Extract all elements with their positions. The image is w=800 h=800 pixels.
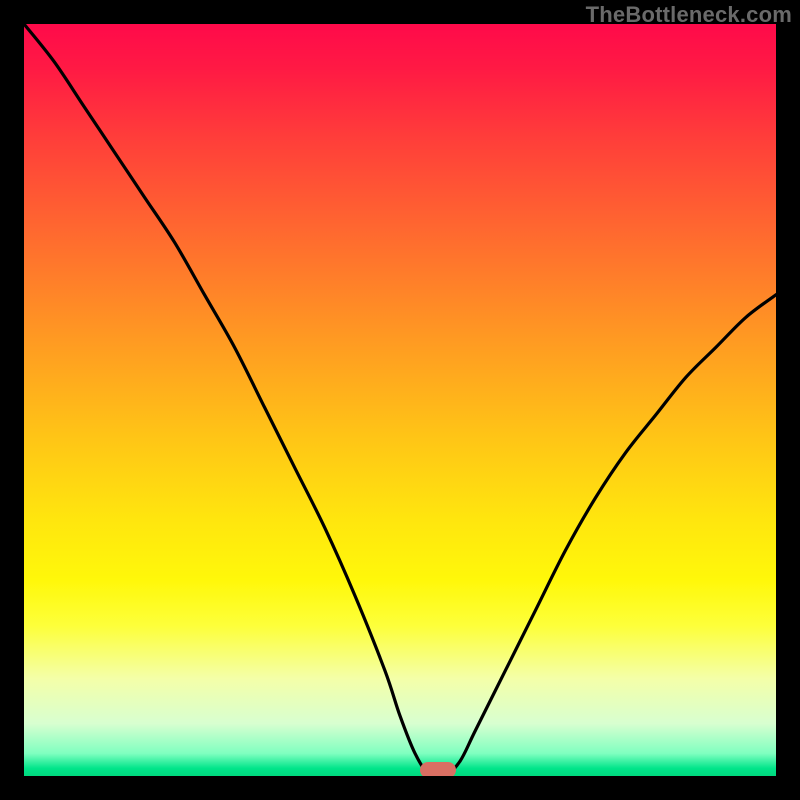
plot-area xyxy=(24,24,776,776)
optimal-point-marker xyxy=(420,762,456,776)
chart-frame: TheBottleneck.com xyxy=(0,0,800,800)
bottleneck-curve xyxy=(24,24,776,776)
watermark-text: TheBottleneck.com xyxy=(586,2,792,28)
